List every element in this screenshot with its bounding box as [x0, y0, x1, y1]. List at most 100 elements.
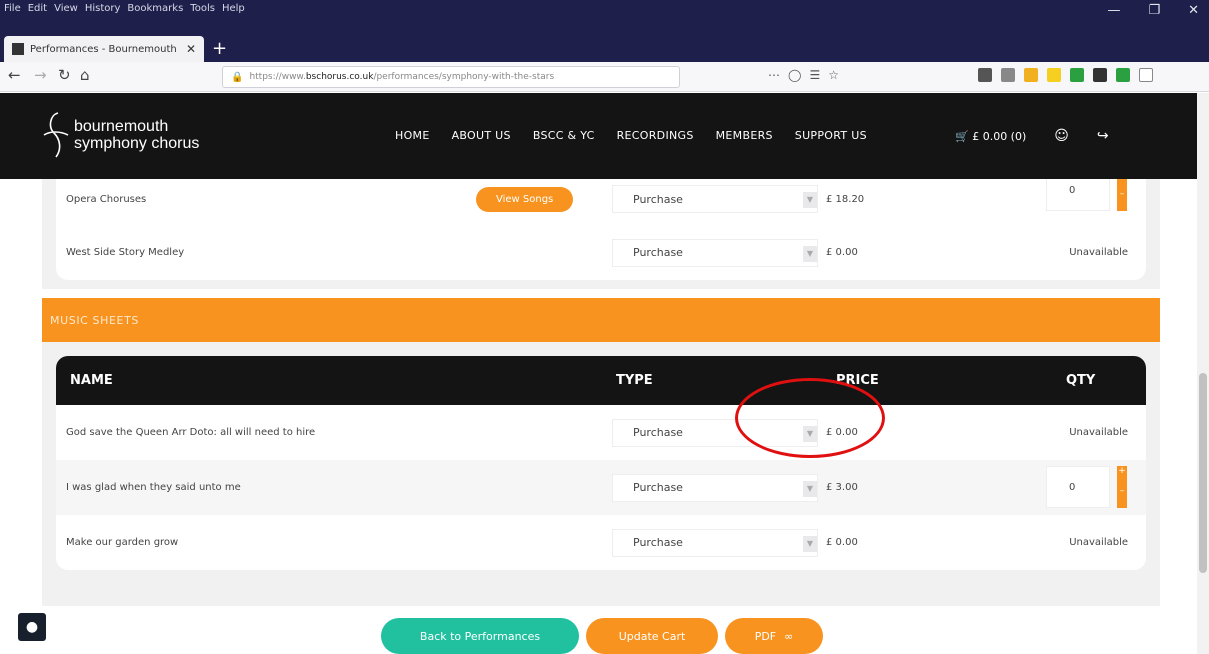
- item-price: £ 3.00: [826, 482, 858, 493]
- treble-clef-logo-icon: [43, 112, 69, 158]
- item-price: £ 0.00: [826, 247, 858, 258]
- extension-icon[interactable]: [1093, 68, 1107, 82]
- reader-icon[interactable]: ☰: [809, 68, 820, 82]
- new-tab-icon[interactable]: +: [212, 38, 227, 59]
- quantity-input[interactable]: 0: [1046, 466, 1110, 508]
- nav-bscc-yc[interactable]: BSCC & YC: [533, 129, 595, 142]
- type-select[interactable]: Purchase ▼: [612, 238, 818, 267]
- type-select[interactable]: Purchase ▼: [612, 473, 818, 502]
- tab-performances[interactable]: Performances - Bournemouth ✕: [4, 36, 204, 62]
- tab-title: Performances - Bournemouth: [30, 43, 177, 55]
- link-icon: ∞: [784, 629, 794, 643]
- url-domain: bschorus.co.uk: [305, 72, 374, 82]
- qty-value: 0: [1069, 184, 1076, 196]
- tab-strip: Performances - Bournemouth ✕ +: [0, 30, 1209, 62]
- type-select[interactable]: Purchase ▼: [612, 528, 818, 557]
- nav-recordings[interactable]: RECORDINGS: [617, 129, 694, 142]
- chevron-down-icon: ▼: [803, 535, 817, 552]
- checkmark-extension-icon[interactable]: [1070, 68, 1084, 82]
- menu-view[interactable]: View: [54, 3, 78, 14]
- extension-icon[interactable]: [1047, 68, 1061, 82]
- hamburger-menu-icon[interactable]: [1139, 68, 1153, 82]
- cart-icon: 🛒: [955, 129, 969, 143]
- header-qty: QTY: [1066, 373, 1096, 388]
- chevron-down-icon: ▼: [803, 480, 817, 497]
- minimize-icon[interactable]: —: [1107, 3, 1120, 18]
- back-arrow-icon[interactable]: ←: [8, 66, 21, 84]
- back-to-performances-button[interactable]: Back to Performances: [381, 618, 579, 654]
- status-unavailable: Unavailable: [1069, 427, 1128, 438]
- qty-value: 0: [1069, 481, 1076, 493]
- nav-about-us[interactable]: ABOUT US: [452, 129, 511, 142]
- chevron-down-icon: ▼: [803, 192, 817, 208]
- view-songs-button[interactable]: View Songs: [476, 186, 574, 212]
- section-title-music-sheets: MUSIC SHEETS: [42, 298, 1160, 342]
- menu-help[interactable]: Help: [222, 3, 245, 14]
- item-price: £ 18.20: [826, 193, 865, 205]
- nav-home[interactable]: HOME: [395, 129, 430, 142]
- menu-bookmarks[interactable]: Bookmarks: [127, 3, 183, 14]
- user-icon[interactable]: ☺: [1054, 128, 1069, 144]
- update-cart-button[interactable]: Update Cart: [586, 618, 718, 654]
- nav-support-us[interactable]: SUPPORT US: [795, 129, 867, 142]
- pocket-icon[interactable]: ◯: [788, 68, 801, 82]
- site-header: bournemouth symphony chorus HOME ABOUT U…: [0, 93, 1197, 179]
- item-price: £ 0.00: [826, 537, 858, 548]
- status-unavailable: Unavailable: [1069, 537, 1128, 548]
- site-logo[interactable]: bournemouth symphony chorus: [40, 109, 199, 161]
- menu-tools[interactable]: Tools: [190, 3, 215, 14]
- table-header: NAME TYPE PRICE QTY: [56, 356, 1146, 405]
- item-name: West Side Story Medley: [66, 247, 185, 258]
- quantity-stepper[interactable]: +–: [1117, 466, 1127, 508]
- menu-file[interactable]: File: [4, 3, 21, 14]
- nav-members[interactable]: MEMBERS: [716, 129, 773, 142]
- close-tab-icon[interactable]: ✕: [186, 42, 196, 56]
- table-row: Opera Choruses View Songs Purchase ▼ £ 1…: [56, 169, 1146, 225]
- more-actions-icon[interactable]: ⋯: [768, 68, 780, 82]
- logo-line1: bournemouth: [74, 118, 169, 135]
- url-path: /performances/symphony-with-the-stars: [373, 72, 555, 82]
- logout-icon[interactable]: ↪: [1097, 128, 1109, 144]
- music-sheets-card: NAME TYPE PRICE QTY God save the Queen A…: [42, 342, 1160, 606]
- status-unavailable: Unavailable: [1069, 247, 1128, 258]
- library-icon[interactable]: [978, 68, 992, 82]
- music-sheets-table: NAME TYPE PRICE QTY God save the Queen A…: [56, 356, 1146, 570]
- browser-menubar: File Edit View History Bookmarks Tools H…: [0, 0, 1209, 30]
- action-buttons: Back to Performances Update Cart PDF ∞: [0, 618, 1197, 654]
- annotation-circle: [735, 378, 885, 458]
- page-content: bournemouth symphony chorus HOME ABOUT U…: [0, 93, 1197, 654]
- type-value: Purchase: [633, 426, 683, 439]
- close-window-icon[interactable]: ✕: [1188, 3, 1199, 18]
- main-nav: HOME ABOUT US BSCC & YC RECORDINGS MEMBE…: [395, 129, 867, 142]
- extension-icon[interactable]: [1024, 68, 1038, 82]
- table-row: God save the Queen Arr Doto: all will ne…: [56, 405, 1146, 460]
- pdf-button[interactable]: PDF ∞: [725, 618, 823, 654]
- menu-history[interactable]: History: [85, 3, 121, 14]
- url-bar[interactable]: 🔒 https://www. bschorus.co.uk/performance…: [222, 66, 680, 88]
- type-value: Purchase: [633, 246, 683, 259]
- type-value: Purchase: [633, 481, 683, 494]
- page-scrollbar[interactable]: [1197, 93, 1209, 654]
- logo-line2: symphony chorus: [74, 135, 200, 152]
- url-prefix: https://www.: [249, 72, 306, 82]
- menu-edit[interactable]: Edit: [28, 3, 47, 14]
- cart-total: £ 0.00 (0): [972, 129, 1027, 143]
- restore-icon[interactable]: ❐: [1148, 3, 1160, 18]
- scrollbar-thumb[interactable]: [1199, 373, 1207, 573]
- sidebar-icon[interactable]: [1001, 68, 1015, 82]
- pdf-label: PDF: [754, 629, 777, 643]
- forward-arrow-icon[interactable]: →: [34, 66, 47, 84]
- type-value: Purchase: [633, 536, 683, 549]
- item-name: God save the Queen Arr Doto: all will ne…: [66, 427, 316, 438]
- item-name: I was glad when they said unto me: [66, 482, 241, 493]
- header-type: TYPE: [616, 373, 653, 388]
- home-icon[interactable]: ⌂: [80, 66, 90, 84]
- item-name: Opera Choruses: [66, 193, 147, 205]
- cart-link[interactable]: 🛒 £ 0.00 (0): [955, 130, 1026, 143]
- table-row: West Side Story Medley Purchase ▼ £ 0.00…: [56, 225, 1146, 280]
- bookmark-star-icon[interactable]: ☆: [828, 68, 839, 82]
- reload-icon[interactable]: ↻: [58, 66, 71, 84]
- type-select[interactable]: Purchase ▼: [612, 185, 818, 213]
- checkmark-extension-icon[interactable]: [1116, 68, 1130, 82]
- lock-icon: 🔒: [231, 71, 244, 83]
